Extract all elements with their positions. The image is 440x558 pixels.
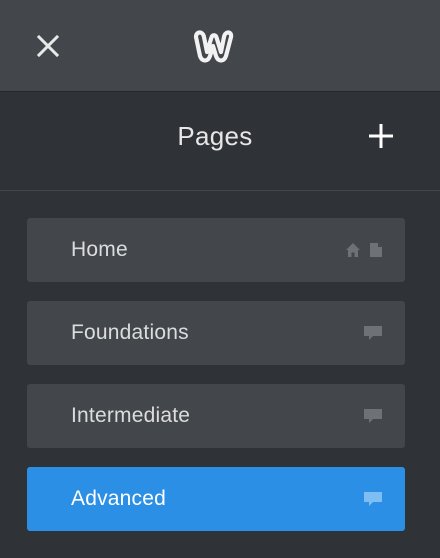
page-item-foundations[interactable]: Foundations	[27, 301, 405, 365]
page-item-home[interactable]: Home	[27, 218, 405, 282]
weebly-logo[interactable]	[191, 28, 235, 64]
page-item-label: Home	[71, 238, 128, 261]
comment-icon	[364, 409, 382, 423]
comment-icon	[364, 492, 382, 506]
comment-icon	[364, 326, 382, 340]
page-list: Home Foundations Intermediate Advanced	[27, 218, 405, 550]
plus-icon	[369, 124, 393, 148]
add-page-button[interactable]	[366, 121, 396, 151]
pages-panel-header: Pages	[0, 93, 440, 191]
page-icon	[370, 243, 382, 257]
home-icon	[346, 243, 360, 257]
page-item-label: Foundations	[71, 321, 189, 344]
page-item-label: Intermediate	[71, 404, 191, 427]
weebly-logo-icon	[193, 30, 234, 63]
close-icon	[36, 34, 60, 58]
page-item-advanced[interactable]: Advanced	[27, 467, 405, 531]
top-bar	[0, 0, 440, 92]
page-item-intermediate[interactable]: Intermediate	[27, 384, 405, 448]
page-item-label: Advanced	[71, 487, 167, 510]
close-button[interactable]	[34, 32, 64, 62]
